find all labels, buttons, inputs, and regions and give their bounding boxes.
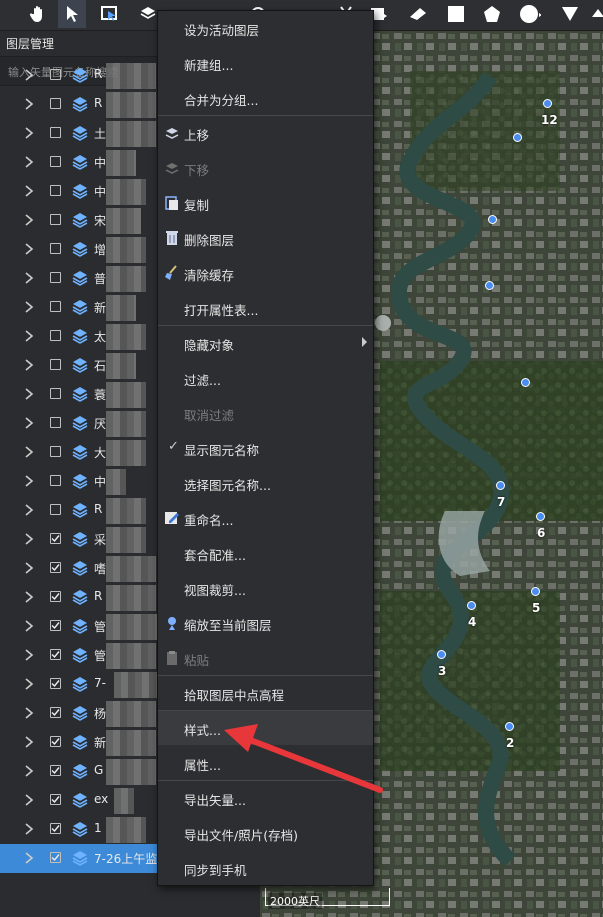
annotation-arrow <box>224 724 383 793</box>
